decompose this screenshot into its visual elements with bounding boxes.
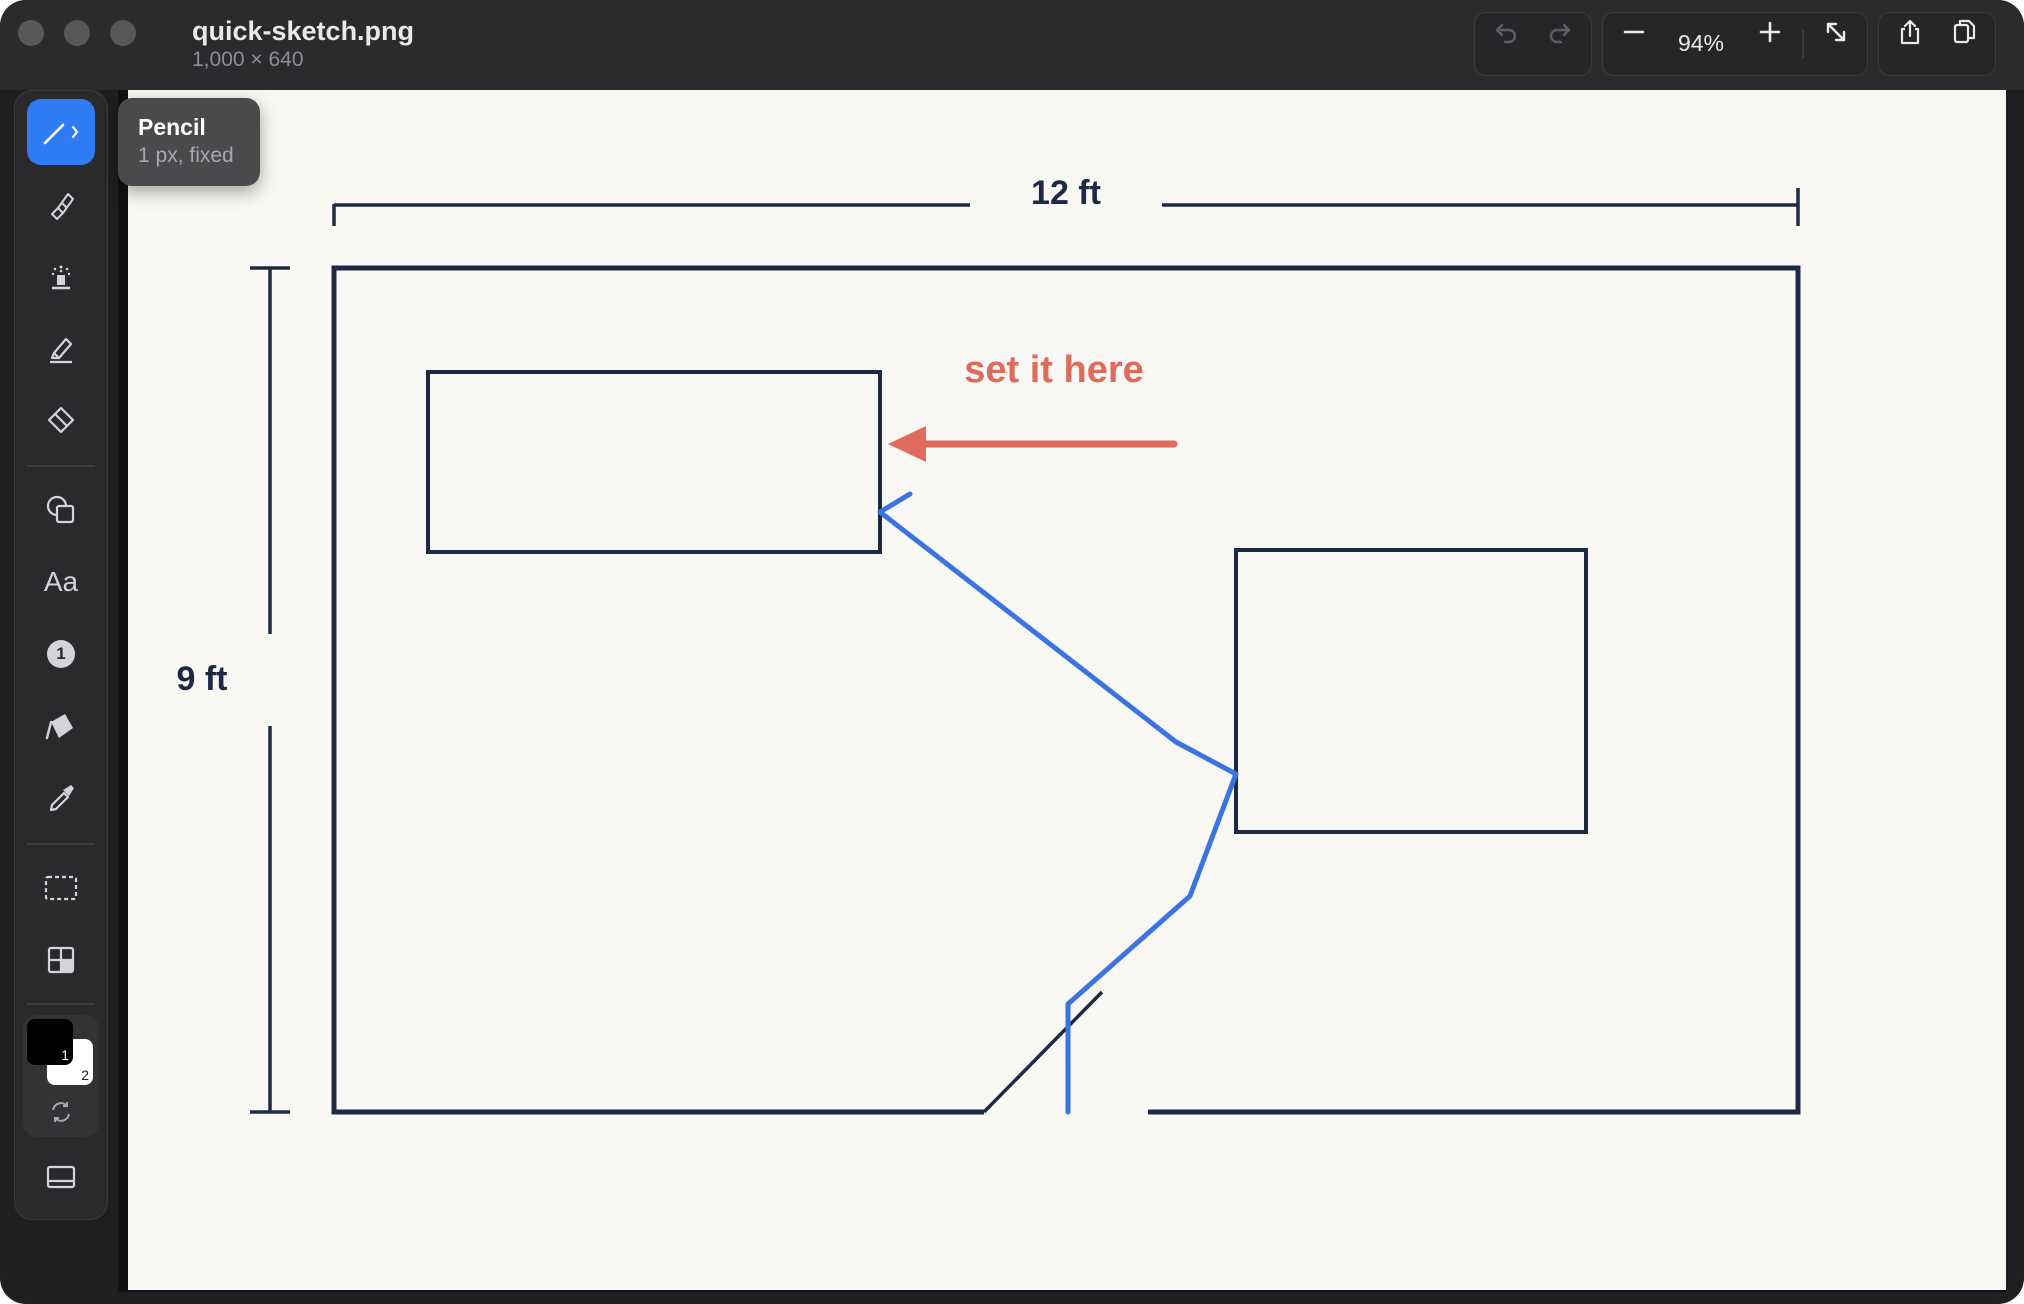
zoom-window-button[interactable] bbox=[110, 20, 136, 46]
toolbar-divider bbox=[27, 1003, 95, 1005]
copy-icon bbox=[1953, 19, 1976, 44]
grid-icon bbox=[47, 946, 75, 974]
tooltip-title: Pencil bbox=[138, 114, 206, 140]
share-icon bbox=[1900, 19, 1920, 45]
close-window-button[interactable] bbox=[18, 20, 44, 46]
height-dimension bbox=[250, 266, 290, 1114]
secondary-color-label: 2 bbox=[81, 1067, 89, 1083]
plus-icon bbox=[1759, 21, 1781, 43]
text-icon: Aa bbox=[43, 566, 79, 597]
fill-bucket-icon bbox=[45, 714, 73, 740]
share-button[interactable] bbox=[1890, 12, 1930, 52]
brush-icon bbox=[51, 193, 74, 220]
door-swing-line bbox=[982, 990, 1104, 1114]
minus-icon bbox=[1623, 30, 1645, 34]
brush-tool[interactable] bbox=[27, 171, 95, 237]
minimize-window-button[interactable] bbox=[64, 20, 90, 46]
fill-bucket-tool[interactable] bbox=[27, 693, 95, 759]
expand-icon bbox=[1826, 22, 1846, 42]
pencil-icon bbox=[43, 123, 79, 145]
counter-tool[interactable]: 1 bbox=[27, 621, 95, 687]
pencil-tool[interactable] bbox=[27, 99, 95, 165]
zoom-out-button[interactable] bbox=[1614, 12, 1654, 52]
swap-colors-button[interactable] bbox=[27, 1091, 95, 1133]
redo-button[interactable] bbox=[1540, 12, 1580, 52]
fit-to-window-button[interactable] bbox=[1816, 12, 1856, 52]
grid-tool[interactable] bbox=[27, 927, 95, 993]
shapes-icon bbox=[46, 495, 75, 524]
width-label: 12 ft bbox=[1031, 174, 1101, 212]
zoom-in-button[interactable] bbox=[1750, 12, 1790, 52]
drawing-canvas[interactable]: 12 ft 9 ft set it here bbox=[128, 90, 2006, 1290]
text-tool[interactable]: Aa bbox=[27, 549, 95, 615]
undo-icon bbox=[1495, 23, 1517, 44]
furniture-rectangle-right bbox=[1234, 548, 1588, 834]
tool-tooltip: Pencil 1 px, fixed bbox=[118, 98, 260, 186]
eraser-tool[interactable] bbox=[27, 387, 95, 453]
height-label: 9 ft bbox=[177, 660, 228, 698]
selection-tool[interactable] bbox=[27, 855, 95, 921]
toolbar-divider bbox=[27, 465, 95, 467]
layout-toggle-button[interactable] bbox=[27, 1149, 95, 1205]
room-outline bbox=[331, 265, 1801, 1115]
spray-icon bbox=[51, 265, 71, 290]
counter-icon-number: 1 bbox=[56, 644, 66, 663]
undo-button[interactable] bbox=[1486, 12, 1526, 52]
spray-tool[interactable] bbox=[27, 243, 95, 309]
copy-button[interactable] bbox=[1944, 12, 1984, 52]
eyedropper-tool[interactable] bbox=[27, 765, 95, 831]
panel-icon bbox=[46, 1165, 76, 1189]
highlighter-tool[interactable] bbox=[27, 315, 95, 381]
redo-icon bbox=[1549, 23, 1571, 44]
swap-colors-icon bbox=[52, 1102, 70, 1122]
image-dimensions: 1,000 × 640 bbox=[192, 48, 304, 71]
zoom-divider bbox=[1802, 30, 1804, 58]
eraser-icon bbox=[47, 406, 75, 434]
primary-color-swatch[interactable]: 1 bbox=[27, 1019, 73, 1065]
file-name: quick-sketch.png bbox=[192, 16, 415, 46]
annotation-text: set it here bbox=[964, 349, 1144, 391]
title-bar: quick-sketch.png 1,000 × 640 94% bbox=[0, 0, 2024, 90]
app-window: quick-sketch.png 1,000 × 640 94% Aa 1 2 … bbox=[0, 0, 2024, 1304]
annotation-arrow-head bbox=[888, 426, 926, 462]
selection-icon bbox=[44, 875, 78, 901]
furniture-rectangle-left bbox=[426, 370, 882, 554]
eyedropper-icon bbox=[49, 785, 74, 812]
zoom-level[interactable]: 94% bbox=[1676, 30, 1726, 57]
sketch-drawing: 12 ft 9 ft set it here bbox=[177, 174, 1801, 1115]
tool-sidebar: Aa 1 2 1 bbox=[14, 90, 108, 1220]
primary-color-label: 1 bbox=[61, 1047, 69, 1063]
shapes-tool[interactable] bbox=[27, 477, 95, 543]
pencil-stroke bbox=[877, 491, 1239, 1115]
highlighter-icon bbox=[50, 337, 73, 364]
tooltip-subtitle: 1 px, fixed bbox=[138, 144, 234, 167]
counter-icon: 1 bbox=[47, 640, 75, 668]
toolbar-divider bbox=[27, 843, 95, 845]
